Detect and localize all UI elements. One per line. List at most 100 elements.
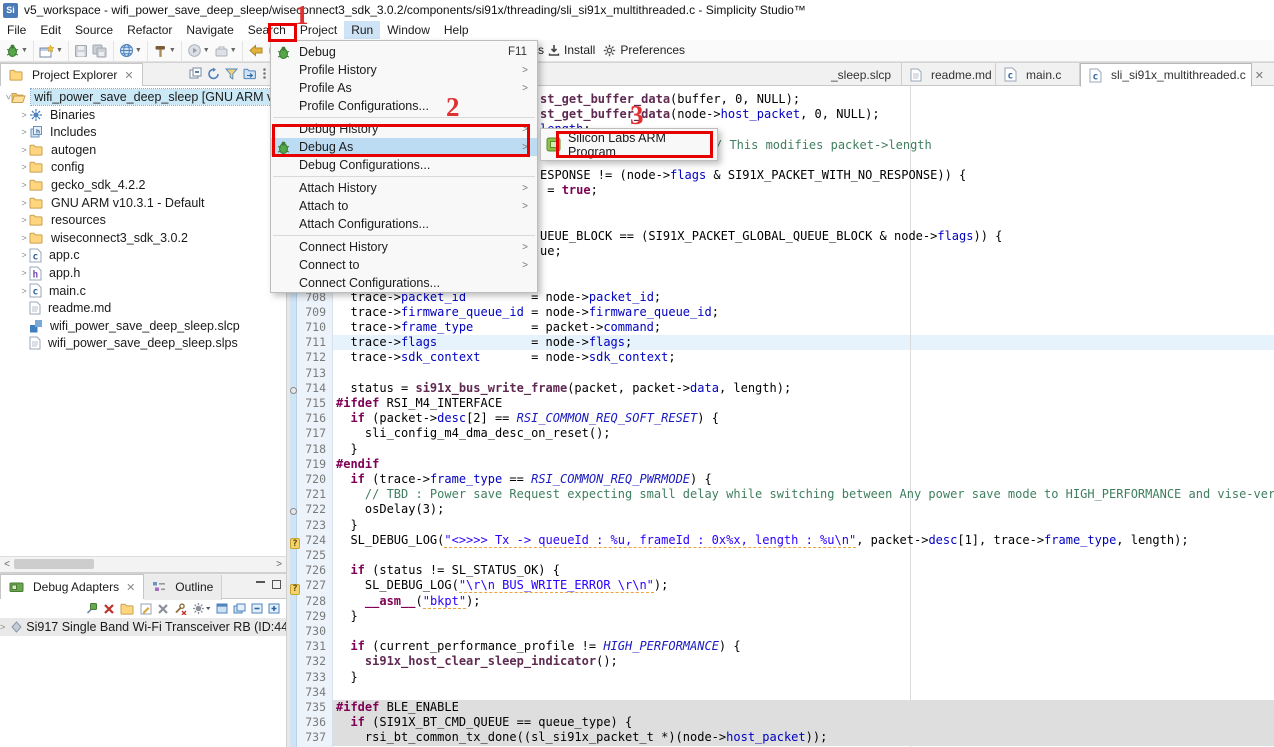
menu-item-attach-configurations-[interactable]: Attach Configurations...	[271, 215, 537, 233]
chevron-right-icon[interactable]: >	[19, 198, 29, 208]
menu-item-profile-as[interactable]: Profile As>	[271, 79, 537, 97]
chevron-right-icon[interactable]: >	[19, 233, 29, 243]
menu-item-connect-to[interactable]: Connect to>	[271, 256, 537, 274]
menu-item-attach-history[interactable]: Attach History>	[271, 179, 537, 197]
connect-icon[interactable]	[85, 602, 98, 615]
tree-item[interactable]: wifi_power_save_deep_sleep.slps	[0, 334, 286, 352]
chevron-right-icon[interactable]: >	[19, 127, 29, 137]
chevron-right-icon[interactable]: >	[19, 215, 29, 225]
tab-label: Outline	[175, 580, 213, 594]
chevron-right-icon[interactable]: >	[19, 268, 29, 278]
menu-refactor[interactable]: Refactor	[120, 21, 179, 39]
chevron-right-icon[interactable]: >	[19, 286, 29, 296]
wrench-x-icon[interactable]	[174, 603, 187, 615]
toolbar-text-fragment: s	[538, 43, 544, 57]
menu-item-connect-configurations-[interactable]: Connect Configurations...	[271, 274, 537, 292]
line-number: 732	[297, 654, 330, 669]
tab-project-explorer[interactable]: Project Explorer ✕	[0, 63, 143, 86]
tree-item[interactable]: >resources	[0, 211, 286, 229]
device-row[interactable]: > Si917 Single Band Wi-Fi Transceiver RB…	[0, 618, 286, 636]
close-icon[interactable]: ✕	[1255, 69, 1264, 82]
chevron-right-icon[interactable]: >	[0, 622, 5, 632]
link-folder-icon[interactable]	[243, 68, 257, 80]
chevron-right-icon[interactable]: >	[19, 110, 29, 120]
tree-item[interactable]: >wiseconnect3_sdk_3.0.2	[0, 229, 286, 247]
tree-item[interactable]: wifi_power_save_deep_sleep.slcp	[0, 317, 286, 335]
back-icon[interactable]	[246, 43, 266, 58]
code-text: SL_DEBUG_LOG("\r\n BUS_WRITE_ERROR \r\n"…	[336, 578, 668, 593]
menu-help[interactable]: Help	[437, 21, 476, 39]
close-icon[interactable]: ✕	[126, 581, 135, 594]
tree-item[interactable]: >wifi_power_save_deep_sleep [GNU ARM v10…	[0, 88, 286, 106]
red-x-icon[interactable]	[103, 603, 115, 615]
menu-item-profile-history[interactable]: Profile History>	[271, 61, 537, 79]
tree-item[interactable]: >capp.c	[0, 246, 286, 264]
tree-item[interactable]: > Binaries	[0, 106, 286, 124]
editor-tab-main-c[interactable]: cmain.c	[996, 63, 1080, 86]
grey-x-icon[interactable]	[157, 603, 169, 615]
win-blue-icon[interactable]	[216, 603, 228, 614]
tree-item[interactable]: >GNU ARM v10.3.1 - Default	[0, 194, 286, 212]
tab-outline[interactable]: Outline	[144, 575, 222, 600]
tree-item[interactable]: readme.md	[0, 299, 286, 317]
wizard-icon[interactable]: ▼	[37, 43, 65, 59]
runext-icon[interactable]: ▼	[185, 42, 212, 59]
saveall-icon[interactable]	[90, 43, 110, 59]
menu-source[interactable]: Source	[68, 21, 120, 39]
code-line: 710 trace->frame_type = packet->command;	[290, 320, 1274, 335]
maximize-icon[interactable]	[272, 580, 282, 589]
extbox-icon[interactable]: ▼	[212, 43, 239, 59]
tree-item[interactable]: >config	[0, 158, 286, 176]
chevron-right-icon[interactable]: >	[19, 145, 29, 155]
close-icon[interactable]: ✕	[124, 69, 133, 82]
menu-run[interactable]: Run	[344, 21, 380, 39]
collapse-all-icon[interactable]	[189, 67, 202, 80]
tree-item-label: Binaries	[47, 107, 98, 123]
chevron-down-icon[interactable]: >	[4, 94, 14, 99]
editor-tab-sli-si91x-multithreaded-c[interactable]: csli_si91x_multithreaded.c✕	[1080, 63, 1252, 87]
tree-item[interactable]: >autogen	[0, 141, 286, 159]
editor-tab--sleep-slcp[interactable]: _sleep.slcp	[823, 63, 902, 86]
occurrence-marker-icon	[290, 383, 297, 397]
hammer-icon[interactable]: ▼	[151, 43, 178, 59]
tree-item[interactable]: >cmain.c	[0, 282, 286, 300]
line-number: 722	[297, 502, 330, 517]
scroll-right-icon[interactable]: >	[272, 559, 286, 570]
tab-debug-adapters[interactable]: Debug Adapters✕	[0, 574, 144, 599]
expand-blue-icon[interactable]	[268, 603, 280, 614]
menu-edit[interactable]: Edit	[33, 21, 68, 39]
chevron-right-icon[interactable]: >	[19, 180, 29, 190]
code-text: ue;	[540, 244, 562, 259]
menu-item-debug[interactable]: DebugF11	[271, 43, 537, 61]
preferences-button[interactable]: Preferences	[620, 43, 685, 57]
menu-item-debug-configurations-[interactable]: Debug Configurations...	[271, 156, 537, 174]
menu-navigate[interactable]: Navigate	[179, 21, 240, 39]
scroll-left-icon[interactable]: <	[0, 559, 14, 570]
tree-item[interactable]: >gecko_sdk_4.2.2	[0, 176, 286, 194]
save-icon[interactable]	[72, 43, 90, 59]
refresh-icon[interactable]	[207, 67, 220, 80]
globe-icon[interactable]: ▼	[117, 42, 144, 59]
win-cascade-icon[interactable]	[233, 603, 246, 614]
tree-item[interactable]: >happ.h	[0, 264, 286, 282]
folder-icon[interactable]	[120, 603, 135, 615]
install-button[interactable]: Install	[564, 43, 595, 57]
bug-icon[interactable]: ▼	[3, 42, 30, 59]
chevron-right-icon[interactable]: >	[19, 250, 29, 260]
collapse-blue-icon[interactable]	[251, 603, 263, 614]
editor-tab-readme-md[interactable]: readme.md	[902, 63, 996, 86]
rename-icon[interactable]	[140, 603, 152, 615]
menu-item-connect-history[interactable]: Connect History>	[271, 238, 537, 256]
code-text: SL_DEBUG_LOG("<>>>> Tx -> queueId : %u, …	[336, 533, 1189, 548]
filter-icon[interactable]	[225, 68, 238, 80]
menu-window[interactable]: Window	[380, 21, 437, 39]
tree-item[interactable]: >hIncludes	[0, 123, 286, 141]
menu-item-profile-configurations-[interactable]: Profile Configurations...	[271, 97, 537, 115]
menu-file[interactable]: File	[0, 21, 33, 39]
minimize-icon[interactable]	[256, 580, 266, 589]
menu-item-attach-to[interactable]: Attach to>	[271, 197, 537, 215]
view-menu-icon[interactable]	[262, 67, 267, 80]
scrollbar-thumb[interactable]	[14, 559, 94, 569]
chevron-right-icon[interactable]: >	[19, 162, 29, 172]
gear-dd-icon[interactable]	[192, 602, 211, 615]
